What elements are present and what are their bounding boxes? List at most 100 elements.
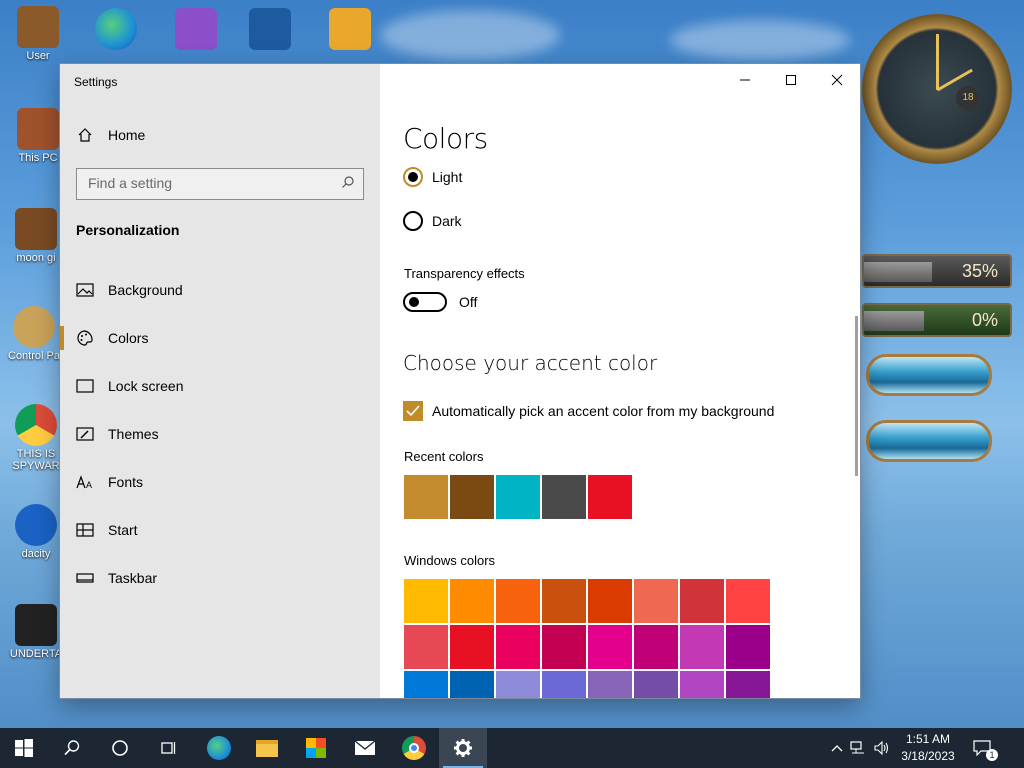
windows-color-swatch[interactable] <box>404 671 448 698</box>
desktop-icon-audacity[interactable]: dacity <box>4 504 68 560</box>
search-button[interactable] <box>48 728 96 768</box>
desktop-icon-visual-studio[interactable] <box>164 8 228 52</box>
radio-dark[interactable]: Dark <box>403 211 462 231</box>
fonts-icon: A <box>76 473 94 491</box>
network-button[interactable] <box>846 741 870 755</box>
windows-color-swatch[interactable] <box>726 579 770 623</box>
sidebar-item-label: Fonts <box>108 474 144 490</box>
radio-button[interactable] <box>403 211 423 231</box>
taskbar-edge[interactable] <box>195 728 243 768</box>
visual-studio-icon <box>175 8 217 50</box>
taskbar-chrome[interactable] <box>390 728 438 768</box>
windows-color-swatch[interactable] <box>726 671 770 698</box>
sidebar-item-taskbar[interactable]: Taskbar <box>76 566 157 590</box>
page-title: Colors <box>403 122 488 155</box>
desktop-icon-user[interactable]: User <box>6 6 70 62</box>
chrome-icon <box>15 404 57 446</box>
desktop-icon-unity[interactable]: UNDERTA <box>4 604 68 660</box>
windows-color-swatch[interactable] <box>588 671 632 698</box>
sidebar-item-label: Colors <box>108 330 149 346</box>
minimize-button[interactable] <box>722 64 768 96</box>
desktop-cloud <box>380 10 560 60</box>
cortana-button[interactable] <box>96 728 144 768</box>
volume-button[interactable] <box>870 741 894 755</box>
sidebar-item-fonts[interactable]: A Fonts <box>76 470 143 494</box>
windows-color-swatch[interactable] <box>496 625 540 669</box>
radio-light[interactable]: Light <box>403 167 462 187</box>
notifications-button[interactable]: 1 <box>962 728 1002 768</box>
windows-color-row <box>404 579 770 623</box>
sidebar-item-start[interactable]: Start <box>76 518 138 542</box>
desktop-icon-edge[interactable] <box>84 8 148 52</box>
transparency-toggle-row[interactable]: Off <box>403 292 477 312</box>
nav-home[interactable]: Home <box>76 126 145 144</box>
edge-icon <box>207 736 231 760</box>
auto-accent-checkbox[interactable] <box>403 401 423 421</box>
windows-color-swatch[interactable] <box>542 671 586 698</box>
windows-color-swatch[interactable] <box>450 671 494 698</box>
recent-color-swatch[interactable] <box>496 475 540 519</box>
show-hidden-icons-button[interactable] <box>828 744 846 752</box>
recent-color-swatch[interactable] <box>542 475 586 519</box>
clock-date: 3/18/2023 <box>901 749 955 763</box>
search-icon[interactable] <box>341 175 355 192</box>
recent-color-swatch[interactable] <box>588 475 632 519</box>
window-title: Settings <box>74 75 118 89</box>
windows-color-swatch[interactable] <box>634 579 678 623</box>
taskbar-store[interactable] <box>292 728 340 768</box>
windows-color-swatch[interactable] <box>496 579 540 623</box>
desktop-icon-moon[interactable]: moon gi <box>4 208 68 264</box>
sidebar: Settings Home Find a setting Personaliza… <box>60 64 380 698</box>
clock-date-badge: 18 <box>956 86 980 110</box>
minimize-icon <box>740 79 750 81</box>
windows-color-swatch[interactable] <box>634 671 678 698</box>
windows-color-swatch[interactable] <box>680 671 724 698</box>
desktop-icon-hex-editor[interactable] <box>318 8 382 52</box>
desktop-icon-virtualbox[interactable] <box>238 8 302 52</box>
windows-color-swatch[interactable] <box>404 579 448 623</box>
taskbar-mail[interactable] <box>341 728 389 768</box>
windows-color-swatch[interactable] <box>634 625 678 669</box>
windows-color-swatch[interactable] <box>588 579 632 623</box>
audacity-icon <box>15 504 57 546</box>
clock-button[interactable]: 1:51 AM 3/18/2023 <box>893 731 963 765</box>
windows-color-swatch[interactable] <box>680 625 724 669</box>
chevron-up-icon <box>831 745 843 752</box>
sidebar-item-themes[interactable]: Themes <box>76 422 159 446</box>
search-icon <box>64 740 80 756</box>
windows-color-swatch[interactable] <box>542 625 586 669</box>
windows-color-swatch[interactable] <box>588 625 632 669</box>
recent-color-swatch[interactable] <box>450 475 494 519</box>
search-input[interactable]: Find a setting <box>76 168 364 200</box>
taskbar-file-explorer[interactable] <box>243 728 291 768</box>
sidebar-item-background[interactable]: Background <box>76 278 183 302</box>
sidebar-item-label: Background <box>108 282 183 298</box>
clock-gadget: 18 <box>862 14 1012 164</box>
start-button[interactable] <box>0 728 48 768</box>
radio-button[interactable] <box>403 167 423 187</box>
close-button[interactable] <box>814 64 860 96</box>
cpu-meter-gadget: 35% <box>862 254 1012 288</box>
recent-color-swatch[interactable] <box>404 475 448 519</box>
desktop-icon-control-panel[interactable]: Control Pa <box>2 306 66 362</box>
scrollbar[interactable] <box>855 316 858 476</box>
transparency-toggle[interactable] <box>403 292 447 312</box>
sidebar-item-lock-screen[interactable]: Lock screen <box>76 374 183 398</box>
windows-color-swatch[interactable] <box>496 671 540 698</box>
user-icon <box>17 6 59 48</box>
sidebar-item-colors[interactable]: Colors <box>60 326 149 350</box>
ram-meter-gadget: 0% <box>862 303 1012 337</box>
windows-color-swatch[interactable] <box>680 579 724 623</box>
taskbar: 1:51 AM 3/18/2023 1 <box>0 728 1024 768</box>
windows-color-swatch[interactable] <box>450 625 494 669</box>
task-view-button[interactable] <box>144 728 192 768</box>
windows-color-swatch[interactable] <box>726 625 770 669</box>
windows-color-swatch[interactable] <box>404 625 448 669</box>
recent-colors-row <box>404 475 632 519</box>
taskbar-settings[interactable] <box>439 728 487 768</box>
desktop-icon-chrome[interactable]: THIS IS SPYWAR <box>4 404 68 472</box>
windows-color-swatch[interactable] <box>450 579 494 623</box>
windows-color-swatch[interactable] <box>542 579 586 623</box>
auto-accent-checkbox-row[interactable]: Automatically pick an accent color from … <box>403 401 774 421</box>
maximize-button[interactable] <box>768 64 814 96</box>
